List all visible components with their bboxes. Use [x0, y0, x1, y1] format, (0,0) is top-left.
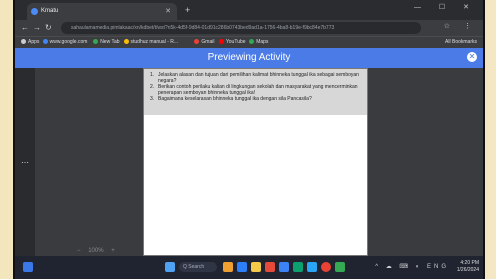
- back-icon[interactable]: ←: [21, 22, 29, 34]
- bookmark-item[interactable]: studhuz manual - R...: [123, 37, 178, 48]
- grid-icon: [21, 39, 26, 44]
- question-item: 3. Bagaimana keselarasan bhinneka tunggal…: [150, 96, 363, 102]
- tab-favicon-icon: [31, 8, 38, 15]
- maps-icon: [249, 39, 255, 44]
- all-bookmarks-link[interactable]: All Bookmarks: [445, 37, 477, 48]
- activity-header: Previewing Activity ✕: [15, 48, 483, 68]
- clock-date: 1/26/2024: [456, 267, 479, 273]
- page-title: Previewing Activity: [207, 52, 291, 63]
- bookmark-icon: [123, 39, 129, 44]
- google-icon: [42, 39, 48, 44]
- new-tab-button[interactable]: +: [185, 3, 190, 17]
- question-number: 3.: [150, 96, 155, 102]
- zoom-in-button[interactable]: +: [111, 248, 115, 254]
- bookmark-item[interactable]: Gmail: [194, 37, 214, 48]
- address-bar-row: ← → ↻ sahaulamamedia.pimlakaac/xn/kdbet/…: [15, 20, 483, 36]
- question-text: Berikan contoh perilaku kalian di lingku…: [158, 84, 358, 96]
- app-icon-2[interactable]: [237, 262, 247, 272]
- chrome-icon: [93, 39, 99, 44]
- app-icon-3[interactable]: [265, 262, 275, 272]
- question-number: 1.: [150, 72, 155, 78]
- tab-title: Kmatu: [41, 8, 59, 14]
- taskbar: Q Search ^ ☁ ⌨ ◐ ENG 4:20 PM 1/26/2024: [15, 256, 483, 279]
- zoom-level: 100%: [88, 248, 104, 254]
- close-icon[interactable]: ✕: [467, 52, 477, 62]
- bookmarks-bar: All Bookmarks Apps www.google.com New Tab s…: [15, 36, 483, 48]
- question-item: 1. Jelaskan alasan dan tujuan dari pemili…: [150, 72, 363, 84]
- bookmark-item[interactable]: Apps: [21, 37, 39, 48]
- browser-tab[interactable]: Kmatu ✕: [27, 3, 177, 20]
- left-panel: ⋯: [15, 68, 35, 256]
- chrome-icon[interactable]: [321, 262, 331, 272]
- reload-icon[interactable]: ↻: [45, 22, 52, 34]
- gmail-icon: [194, 39, 200, 44]
- clock-time: 4:20 PM: [460, 260, 479, 266]
- main-content: ⋯ 1. Jelaskan alasan dan tujuan dari pemi…: [15, 68, 483, 256]
- taskbar-search[interactable]: Q Search: [179, 262, 217, 272]
- youtube-icon: [218, 39, 224, 44]
- bookmark-item[interactable]: YouTube: [218, 37, 246, 48]
- tray-icons[interactable]: ^ ☁ ⌨ ◐ ENG: [375, 263, 449, 270]
- bookmark-star-icon[interactable]: ☆ ⋮: [444, 22, 477, 30]
- window-controls[interactable]: — ☐ ✕: [414, 3, 477, 11]
- forward-icon[interactable]: →: [33, 22, 41, 34]
- widgets-icon[interactable]: [23, 262, 33, 272]
- url-input[interactable]: sahaulamamedia.pimlakaac/xn/kdbet/t/wst?…: [61, 22, 421, 34]
- document-page: 1. Jelaskan alasan dan tujuan dari pemili…: [143, 68, 368, 256]
- laptop-screen: Kmatu ✕ + — ☐ ✕ ← → ↻ sahaulamamedia.pim…: [13, 0, 485, 279]
- clock[interactable]: 4:20 PM 1/26/2024: [457, 260, 479, 274]
- browser-tab-bar: Kmatu ✕ + — ☐ ✕: [15, 0, 483, 20]
- bookmark-item[interactable]: Maps: [249, 37, 268, 48]
- question-text: Bagaimana keselarasan bhinneka tunggal i…: [158, 96, 312, 102]
- tab-close-icon[interactable]: ✕: [165, 3, 171, 20]
- bookmark-item[interactable]: New Tab: [93, 37, 120, 48]
- question-list: 1. Jelaskan alasan dan tujuan dari pemili…: [144, 69, 367, 115]
- file-explorer-icon[interactable]: [251, 262, 261, 272]
- start-icon[interactable]: [165, 262, 175, 272]
- app-icon-4[interactable]: [307, 262, 317, 272]
- question-number: 2.: [150, 84, 155, 90]
- question-item: 2. Berikan contoh perilaku kalian di ling…: [150, 84, 363, 96]
- zoom-out-button[interactable]: −: [77, 248, 81, 254]
- edge-icon[interactable]: [293, 262, 303, 272]
- question-text: Jelaskan alasan dan tujuan dari pemiliha…: [158, 72, 359, 84]
- mail-icon[interactable]: [279, 262, 289, 272]
- bookmark-item[interactable]: www.google.com: [42, 37, 87, 48]
- zoom-control: − 100% +: [77, 248, 115, 254]
- more-icon[interactable]: ⋯: [21, 158, 29, 167]
- app-icon-5[interactable]: [335, 262, 345, 272]
- app-icon-1[interactable]: [223, 262, 233, 272]
